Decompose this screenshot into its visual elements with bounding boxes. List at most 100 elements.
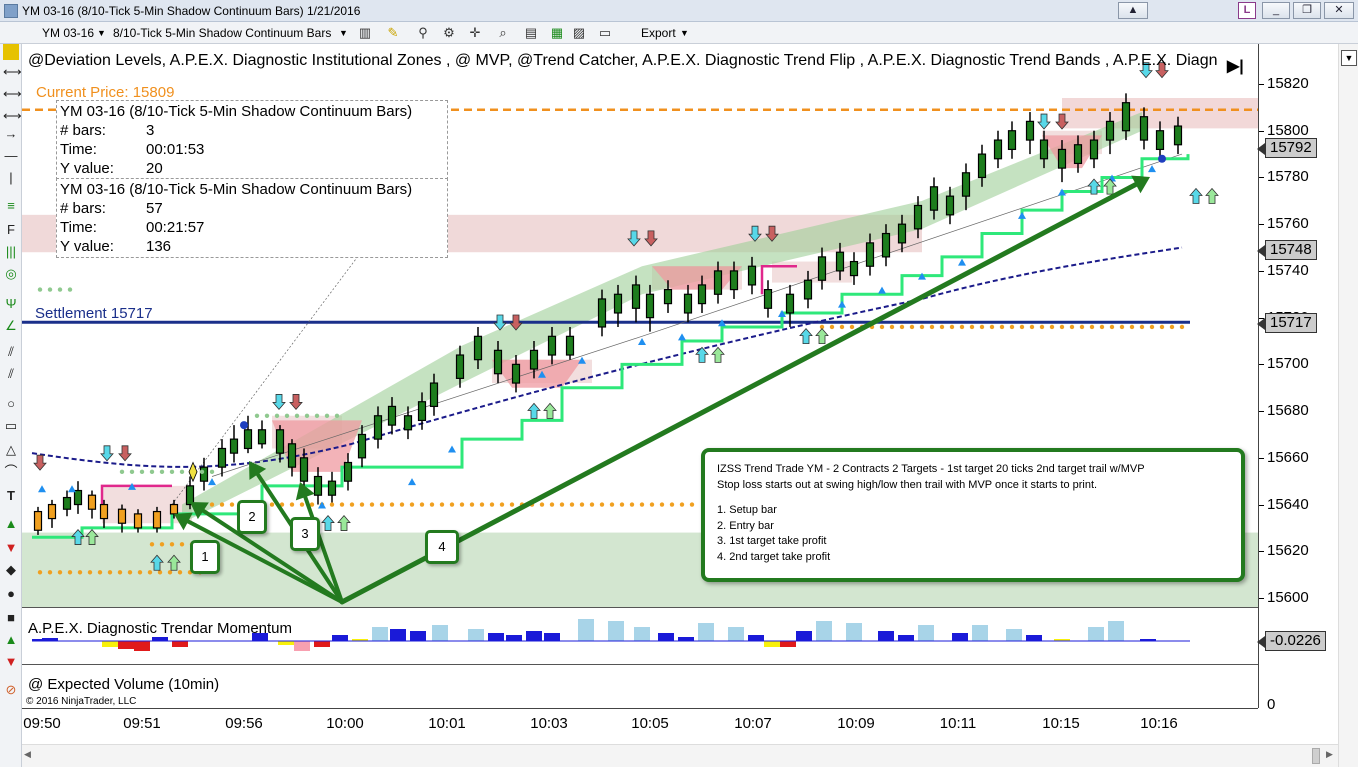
candle-body (73, 489, 83, 506)
crosshair-icon[interactable]: ✛ (467, 25, 483, 41)
square-icon[interactable]: ■ (3, 610, 19, 626)
deviation-dot (449, 502, 455, 507)
buy-arrow (527, 402, 541, 419)
fib-timezone-icon[interactable]: ||| (3, 244, 19, 260)
deviation-dot (274, 413, 280, 418)
buy-arrow (799, 328, 813, 345)
note-item: 1. Setup bar (717, 504, 777, 516)
momentum-bar (544, 633, 560, 641)
candle-body (817, 256, 827, 281)
deviation-dot (879, 324, 885, 330)
remove-drawings-icon[interactable]: ⊘ (3, 682, 19, 698)
bartype-selector[interactable]: 8/10-Tick 5-Min Shadow Continuum Bars (113, 26, 331, 40)
deviation-dot (599, 502, 605, 507)
menu-button[interactable]: ▲ (1118, 2, 1148, 19)
vertical-line-icon[interactable]: | (3, 170, 19, 186)
trend-channel-icon[interactable]: ⫽ (3, 366, 19, 382)
line-tool-icon[interactable]: ⟷ (3, 64, 22, 80)
buy-arrow (711, 346, 725, 363)
scroll-right-icon[interactable]: ▶ (1326, 749, 1333, 760)
horizontal-scrollbar[interactable]: ◀ ▶ (22, 744, 1338, 767)
deviation-dot (669, 502, 675, 507)
deviation-dot (1159, 324, 1165, 330)
template-icon[interactable]: ▭ (597, 25, 613, 41)
bar-style-icon[interactable]: ▥ (357, 25, 373, 41)
deviation-dot (1109, 324, 1115, 330)
ellipse-icon[interactable]: ○ (3, 396, 19, 412)
tooltip-key: # bars: (60, 200, 106, 217)
rectangle-icon[interactable]: ▭ (3, 418, 19, 434)
deviation-dot (284, 413, 290, 418)
strategies-icon[interactable]: ▨ (571, 25, 587, 41)
y-tick-label: 15780 (1267, 168, 1309, 186)
arrow-down-icon[interactable]: ▼ (3, 540, 19, 556)
export-button[interactable]: Export (641, 26, 676, 40)
regression-channel-icon[interactable]: ⫽ (3, 344, 19, 360)
chevron-down-icon[interactable]: ▼ (680, 28, 689, 38)
fib-retracement-icon[interactable]: ≡ (3, 198, 19, 214)
horizontal-line-icon[interactable]: — (3, 148, 19, 164)
triangle-down-icon[interactable]: ▼ (3, 654, 19, 670)
search-icon[interactable]: ⌕ (495, 25, 511, 41)
candle-body (881, 232, 891, 258)
candle-body (597, 298, 607, 328)
color-tool-icon[interactable] (3, 44, 19, 60)
extended-line-icon[interactable]: ⟷ (3, 108, 22, 124)
diamond-icon[interactable]: ◆ (3, 562, 19, 578)
measure-tooltip: YM 03-16 (8/10-Tick 5-Min Shadow Continu… (56, 100, 448, 180)
fib-circle-icon[interactable]: ◎ (3, 266, 19, 282)
price-axis[interactable]: 1582015800157801576015740157201570015680… (1257, 44, 1338, 713)
minimize-button[interactable]: _ (1262, 2, 1290, 19)
chevron-down-icon[interactable]: ▼ (1341, 50, 1357, 66)
indicators-icon[interactable]: ▦ (549, 25, 565, 41)
zoom-icon[interactable]: ⚲ (415, 25, 431, 41)
scroll-left-icon[interactable]: ◀ (24, 749, 31, 760)
time-axis[interactable]: 09:50 09:51 09:56 10:00 10:01 10:03 10:05 10:07… (22, 708, 1258, 744)
volume-label: @ Expected Volume (10min) (28, 676, 220, 693)
trail-triangle (408, 478, 416, 486)
deviation-dot (399, 502, 405, 507)
properties-icon[interactable]: ⚙ (441, 25, 457, 41)
deviation-dot (254, 413, 260, 418)
scroll-thumb[interactable] (1312, 748, 1320, 764)
pitchfork-icon[interactable]: Ψ (3, 296, 19, 312)
arrow-up-icon[interactable]: ▲ (3, 516, 19, 532)
deviation-dot (169, 469, 175, 475)
callout-1: 1 (190, 540, 220, 574)
deviation-dot (1029, 324, 1035, 330)
deviation-dot (67, 287, 73, 292)
pencil-icon[interactable]: ✎ (385, 25, 401, 41)
panel-divider[interactable] (22, 664, 1258, 665)
chevron-down-icon[interactable]: ▼ (339, 28, 348, 38)
close-button[interactable]: ✕ (1324, 2, 1354, 19)
text-icon[interactable]: T (3, 488, 19, 504)
ray-tool-icon[interactable]: ⟷ (3, 86, 22, 102)
tooltip-title: YM 03-16 (8/10-Tick 5-Min Shadow Continu… (60, 181, 413, 198)
chevron-down-icon[interactable]: ▼ (97, 28, 106, 38)
deviation-dot (157, 570, 163, 575)
fib-extension-icon[interactable]: F (3, 222, 19, 238)
arc-icon[interactable]: ⌒ (3, 464, 19, 480)
deviation-dot (679, 502, 685, 507)
data-box-icon[interactable]: ▤ (523, 25, 539, 41)
tooltip-value: 3 (146, 122, 155, 139)
restore-button[interactable]: ❐ (1293, 2, 1321, 19)
y-tick-label: 15640 (1267, 495, 1309, 513)
panel-divider[interactable] (22, 607, 1258, 608)
instrument-selector[interactable]: YM 03-16 (42, 26, 94, 40)
buy-arrow (1189, 187, 1203, 204)
vertical-scrollbar[interactable]: ▼ (1338, 44, 1358, 767)
link-badge[interactable]: L (1238, 2, 1256, 19)
arrow-line-icon[interactable]: → (3, 126, 19, 142)
gann-fan-icon[interactable]: ∠ (3, 318, 19, 334)
note-item: 2. Entry bar (717, 519, 774, 532)
triangle-up-icon[interactable]: ▲ (3, 632, 19, 648)
deviation-dot (899, 324, 905, 330)
y-tick-label: 15680 (1267, 402, 1309, 420)
play-icon[interactable]: ▶| (1227, 56, 1244, 76)
deviation-dot (167, 570, 173, 575)
momentum-bar (678, 637, 694, 641)
triangle-icon[interactable]: △ (3, 442, 19, 458)
dot-icon[interactable]: ● (3, 586, 19, 602)
momentum-bar (314, 641, 330, 647)
